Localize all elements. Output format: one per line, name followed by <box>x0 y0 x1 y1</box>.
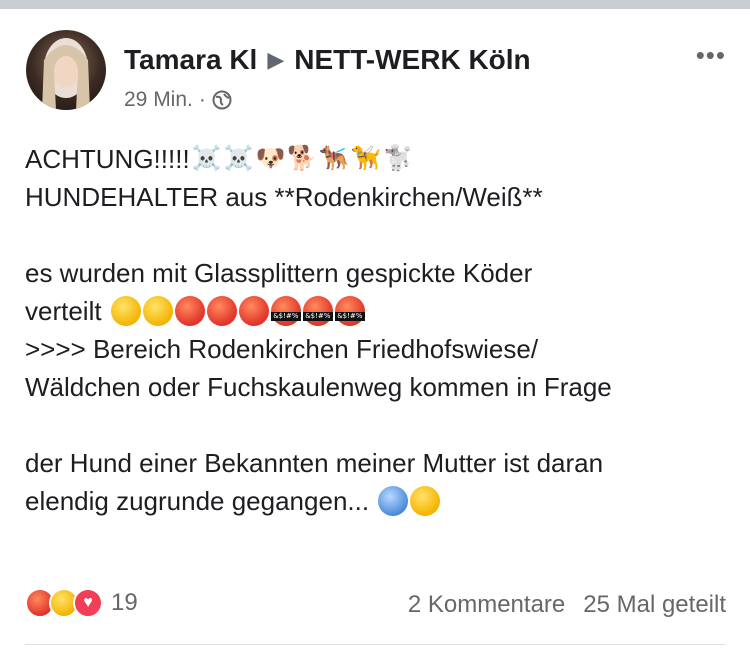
post-line: ACHTUNG!!!!! ☠️ ☠️ 🐶 🐕 🐕‍🦺 🦮 🐩 <box>25 144 413 174</box>
cursing-face-icon <box>334 296 365 326</box>
post-line: es wurden mit Glassplittern gespickte Kö… <box>25 258 533 288</box>
meta-separator: · <box>198 88 206 111</box>
comments-link[interactable]: 2 Kommentare <box>408 591 565 618</box>
reaction-count[interactable]: 19 <box>111 589 138 617</box>
dog-icon: 🐕 <box>287 145 318 172</box>
top-divider-strip <box>0 0 750 9</box>
poodle-icon: 🐩 <box>383 145 413 172</box>
angry-face-icon <box>206 296 237 326</box>
post-timestamp[interactable]: 29 Min. <box>124 88 193 112</box>
angry-face-icon <box>238 296 269 326</box>
footer-divider <box>25 644 725 645</box>
post-line: Wäldchen oder Fuchskaulenweg kommen in F… <box>25 372 612 402</box>
guide-dog-icon: 🦮 <box>351 145 382 172</box>
skull-crossbones-icon: ☠️ <box>223 145 254 172</box>
pensive-face-icon <box>410 486 441 516</box>
cursing-face-icon <box>302 296 333 326</box>
reactions-summary[interactable]: ♥ 19 <box>25 588 138 618</box>
post-line: HUNDEHALTER aus **Rodenkirchen/Weiß** <box>25 182 543 212</box>
service-dog-icon: 🐕‍🦺 <box>319 145 350 172</box>
arrow-right-icon: ▶ <box>267 47 285 72</box>
angry-face-icon <box>174 296 205 326</box>
post-body: ACHTUNG!!!!! ☠️ ☠️ 🐶 🐕 🐕‍🦺 🦮 🐩 HUNDEHALT… <box>25 140 725 520</box>
post-line: verteilt <box>25 292 725 330</box>
author-name[interactable]: Tamara Kl <box>124 44 257 75</box>
dog-face-icon: 🐶 <box>255 145 286 172</box>
anxious-face-icon <box>378 486 409 516</box>
shares-link[interactable]: 25 Mal geteilt <box>583 591 726 618</box>
post-line: der Hund einer Bekannten meiner Mutter i… <box>25 448 604 478</box>
post-line: elendig zugrunde gegangen... <box>25 482 725 520</box>
author-avatar[interactable] <box>26 30 106 110</box>
tired-face-icon <box>110 296 141 326</box>
pleading-face-icon <box>142 296 173 326</box>
cursing-face-icon <box>270 296 301 326</box>
post-meta: 29 Min. · <box>124 88 232 112</box>
group-name[interactable]: NETT-WERK Köln <box>294 44 530 75</box>
more-options-icon[interactable]: ••• <box>696 40 726 71</box>
skull-crossbones-icon: ☠️ <box>191 145 222 172</box>
post-stats: 2 Kommentare 25 Mal geteilt <box>408 591 726 619</box>
avatar-image <box>42 38 90 110</box>
post-line: >>>> Bereich Rodenkirchen Friedhofswiese… <box>25 334 539 364</box>
care-reaction-icon: ♥ <box>73 588 103 618</box>
post-header-title: Tamara Kl ▶ NETT-WERK Köln <box>124 44 531 76</box>
globe-icon <box>212 90 232 110</box>
